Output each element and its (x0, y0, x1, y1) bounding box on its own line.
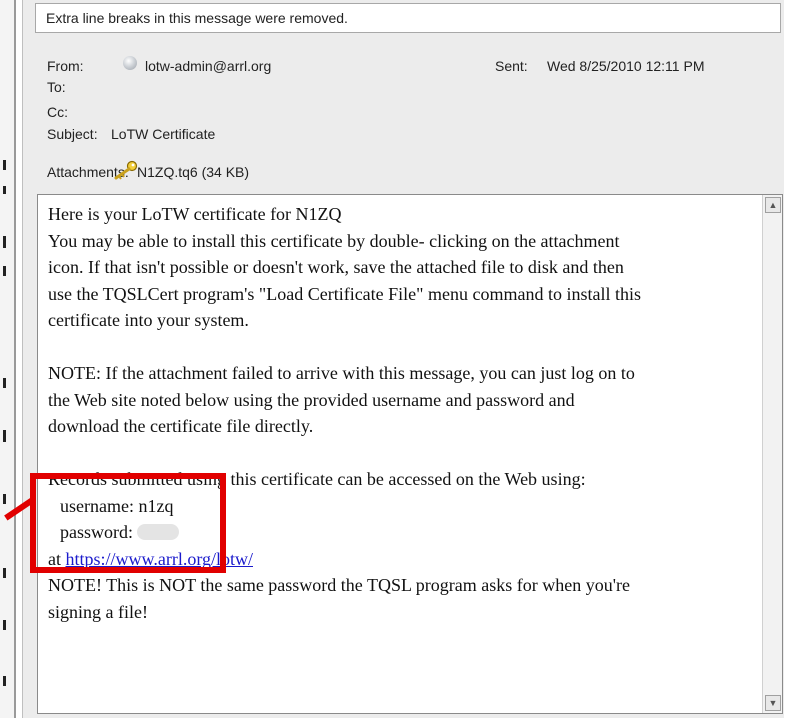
body-line: download the certificate file directly. (48, 416, 314, 436)
strip-mark (3, 378, 6, 388)
info-bar-text: Extra line breaks in this message were r… (46, 10, 348, 26)
attachment-file[interactable]: N1ZQ.tq6 (34 KB) (137, 164, 249, 180)
sent-value: Wed 8/25/2010 12:11 PM (547, 58, 705, 74)
strip-mark (3, 430, 6, 442)
email-message-window: Extra line breaks in this message were r… (22, 0, 784, 718)
strip-mark (3, 494, 6, 504)
annotation-highlight-box (30, 473, 226, 573)
to-label: To: (47, 79, 66, 95)
cc-label: Cc: (47, 104, 68, 120)
from-address[interactable]: lotw-admin@arrl.org (145, 58, 271, 74)
strip-mark (3, 620, 6, 630)
body-line: signing a file! (48, 601, 148, 622)
key-icon[interactable] (112, 160, 138, 180)
body-line: NOTE: If the attachment failed to arrive… (48, 363, 635, 383)
background-window-strip (0, 0, 14, 718)
body-line: icon. If that isn't possible or doesn't … (48, 257, 624, 277)
vertical-scrollbar[interactable]: ▲ ▼ (762, 195, 782, 713)
strip-mark (3, 676, 6, 686)
info-bar[interactable]: Extra line breaks in this message were r… (35, 3, 781, 33)
sent-label: Sent: (495, 58, 528, 74)
window-divider (14, 0, 16, 718)
contact-status-icon (123, 56, 137, 70)
subject-value: LoTW Certificate (111, 126, 216, 142)
from-label: From: (47, 58, 84, 74)
scroll-up-arrow-icon[interactable]: ▲ (765, 197, 781, 213)
body-line: use the TQSLCert program's "Load Certifi… (48, 283, 641, 304)
body-line: Here is your LoTW certificate for N1ZQ (48, 204, 342, 224)
strip-mark (3, 266, 6, 276)
subject-label: Subject: (47, 126, 98, 142)
body-line: NOTE! This is NOT the same password the … (48, 575, 630, 595)
body-line: You may be able to install this certific… (48, 230, 620, 251)
message-body[interactable]: Here is your LoTW certificate for N1ZQ Y… (37, 194, 783, 714)
strip-mark (3, 186, 6, 194)
body-line: certificate into your system. (48, 310, 249, 330)
strip-mark (3, 236, 6, 248)
strip-mark (3, 160, 6, 170)
strip-mark (3, 568, 6, 578)
scroll-down-arrow-icon[interactable]: ▼ (765, 695, 781, 711)
body-line: the Web site noted below using the provi… (48, 389, 575, 410)
